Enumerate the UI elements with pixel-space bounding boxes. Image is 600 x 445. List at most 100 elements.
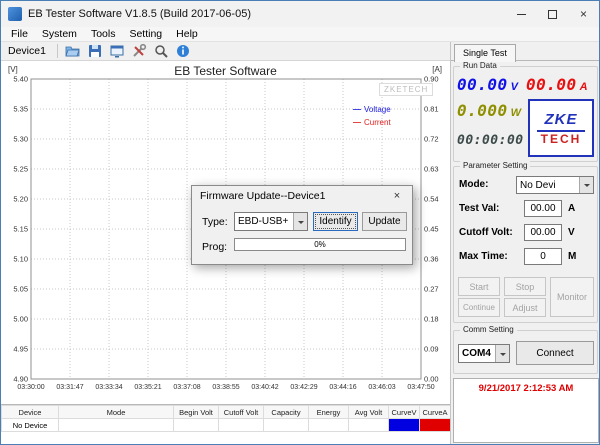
chevron-down-icon <box>293 213 307 230</box>
prog-label: Prog: <box>202 241 227 253</box>
logo-line1: ZKE <box>545 111 578 128</box>
connect-button[interactable]: Connect <box>516 341 594 365</box>
firmware-type-select[interactable]: EBD-USB+ <box>234 212 308 231</box>
close-button[interactable]: × <box>568 1 599 27</box>
chevron-down-icon <box>495 345 509 362</box>
continue-button[interactable]: Continue <box>458 298 500 317</box>
right-panel: Single Test Run Data 00.00V 00.00A 0.000… <box>450 42 600 445</box>
tab-strip: Single Test <box>451 42 600 61</box>
right-tick-label: 0.18 <box>424 315 439 324</box>
identify-button[interactable]: Identify <box>313 212 358 231</box>
menu-help[interactable]: Help <box>169 27 205 41</box>
zketech-watermark: ZKETECH <box>379 83 433 96</box>
logo-line2: TECH <box>537 130 586 146</box>
legend-current: —Current <box>353 116 391 129</box>
zoom-icon <box>153 43 169 59</box>
open-file-button[interactable] <box>63 43 83 60</box>
chevron-down-icon <box>579 177 593 193</box>
mode-label: Mode: <box>459 179 488 190</box>
x-tick-label: 03:47:50 <box>407 384 434 391</box>
zketech-logo: ZKE TECH <box>528 99 594 157</box>
left-tick-label: 5.15 <box>13 225 28 234</box>
right-tick-label: 0.81 <box>424 105 439 114</box>
max-time-input[interactable] <box>524 248 562 265</box>
open-folder-icon <box>65 43 81 59</box>
x-tick-label: 03:44:16 <box>329 384 356 391</box>
menu-system[interactable]: System <box>35 27 84 41</box>
cutoff-volt-label: Cutoff Volt: <box>459 227 513 238</box>
app-window: EB Tester Software V1.8.5 (Build 2017-06… <box>0 0 600 445</box>
cutoff-volt-unit: V <box>568 227 575 238</box>
mode-select[interactable]: No Devi <box>516 176 594 194</box>
com-port-value: COM4 <box>459 348 495 359</box>
type-label: Type: <box>202 216 228 228</box>
device-window-button[interactable] <box>107 43 127 60</box>
chart-legend: —Voltage—Current <box>353 103 391 129</box>
firmware-update-dialog: Firmware Update--Device1 × Type: EBD-USB… <box>191 185 413 265</box>
device-window-icon <box>109 43 125 59</box>
maximize-button[interactable] <box>537 1 568 27</box>
left-tick-label: 4.90 <box>13 375 28 384</box>
test-val-input[interactable] <box>524 200 562 217</box>
col-device: Device <box>2 406 59 419</box>
tools-button[interactable] <box>129 43 149 60</box>
start-button[interactable]: Start <box>458 277 500 296</box>
left-tick-label: 5.05 <box>13 285 28 294</box>
zoom-button[interactable] <box>151 43 171 60</box>
left-tick-label: 4.95 <box>13 345 28 354</box>
right-tick-label: 0.09 <box>424 345 439 354</box>
x-tick-label: 03:40:42 <box>251 384 278 391</box>
col-capacity: Capacity <box>264 406 309 419</box>
menu-setting[interactable]: Setting <box>122 27 169 41</box>
cutoff-volt-input[interactable] <box>524 224 562 241</box>
x-tick-label: 03:37:08 <box>173 384 200 391</box>
menu-file[interactable]: File <box>4 27 35 41</box>
adjust-button[interactable]: Adjust <box>504 298 546 317</box>
left-tick-label: 5.40 <box>13 75 28 84</box>
info-button[interactable] <box>173 43 193 60</box>
update-button[interactable]: Update <box>362 212 407 231</box>
right-tick-label: 0.72 <box>424 135 439 144</box>
right-tick-label: 0.45 <box>424 225 439 234</box>
max-time-label: Max Time: <box>459 251 508 262</box>
minimize-button[interactable] <box>506 1 537 27</box>
tools-icon <box>131 43 147 59</box>
x-tick-label: 03:33:34 <box>95 384 122 391</box>
info-icon <box>175 43 191 59</box>
parameter-setting-title: Parameter Setting <box>460 161 530 170</box>
tab-single-test[interactable]: Single Test <box>454 44 516 62</box>
col-begin-volt: Begin Volt <box>174 406 219 419</box>
x-tick-label: 03:35:21 <box>134 384 161 391</box>
table-row[interactable]: No Device <box>2 419 451 432</box>
parameter-setting-group: Parameter Setting Mode: No Devi Test Val… <box>453 166 598 323</box>
test-val-unit: A <box>568 203 575 214</box>
save-icon <box>87 43 103 59</box>
progress-text: 0% <box>314 240 326 249</box>
col-energy: Energy <box>309 406 349 419</box>
legend-voltage: —Voltage <box>353 103 391 116</box>
window-controls: × <box>506 1 599 27</box>
monitor-button[interactable]: Monitor <box>550 277 594 317</box>
right-tick-label: 0.54 <box>424 195 439 204</box>
stop-button[interactable]: Stop <box>504 277 546 296</box>
left-tick-label: 5.10 <box>13 255 28 264</box>
col-mode: Mode <box>59 406 174 419</box>
device-selector[interactable]: Device1 <box>4 44 52 58</box>
time-value: 00:00:00 <box>457 133 524 148</box>
maximize-icon <box>548 10 557 19</box>
app-icon <box>8 7 22 21</box>
dialog-close-button[interactable]: × <box>382 186 412 206</box>
left-tick-label: 5.20 <box>13 195 28 204</box>
right-tick-label: 0.27 <box>424 285 439 294</box>
voltage-unit: V <box>511 81 518 93</box>
run-data-title: Run Data <box>460 61 500 70</box>
com-port-select[interactable]: COM4 <box>458 344 510 363</box>
dialog-title-bar: Firmware Update--Device1 × <box>192 186 412 206</box>
table-cell: No Device <box>2 419 59 432</box>
curve-color-swatch <box>420 419 451 432</box>
close-icon: × <box>394 190 400 202</box>
save-button[interactable] <box>85 43 105 60</box>
menu-tools[interactable]: Tools <box>84 27 123 41</box>
col-curvev: CurveV <box>389 406 420 419</box>
power-value: 0.000 <box>457 101 508 120</box>
